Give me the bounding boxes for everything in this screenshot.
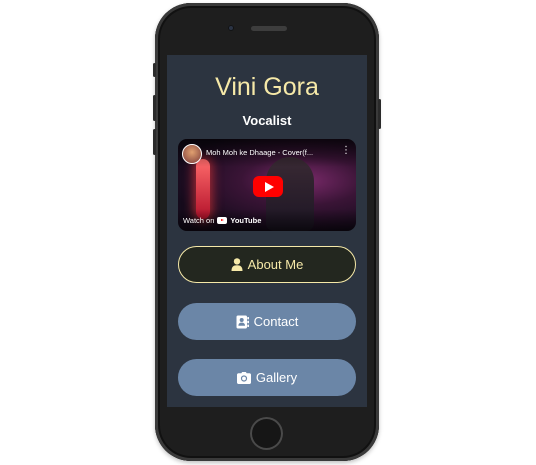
earpiece-speaker	[251, 26, 287, 31]
volume-up-button	[153, 95, 156, 121]
video-title[interactable]: Moh Moh ke Dhaage - Cover(f...	[206, 148, 313, 157]
gallery-label: Gallery	[255, 370, 298, 385]
user-icon	[231, 258, 243, 271]
camera-icon	[236, 371, 251, 384]
home-button	[250, 417, 283, 450]
volume-down-button	[153, 129, 156, 155]
front-camera	[228, 25, 234, 31]
profile-role: Vocalist	[242, 113, 292, 128]
about-me-button[interactable]: About Me	[178, 246, 356, 283]
youtube-embed[interactable]: Moh Moh ke Dhaage - Cover(f... ⋮ Watch o…	[178, 139, 356, 231]
contact-label: Contact	[253, 314, 299, 329]
more-vert-icon[interactable]: ⋮	[341, 146, 351, 156]
about-me-label: About Me	[247, 257, 304, 272]
power-button	[378, 99, 381, 129]
mute-switch	[153, 63, 156, 77]
profile-name: Vini Gora	[215, 73, 319, 101]
gallery-button[interactable]: Gallery	[178, 359, 356, 396]
contact-button[interactable]: Contact	[178, 303, 356, 340]
contact-card-icon	[236, 315, 249, 329]
watch-on-label: Watch on	[183, 216, 215, 225]
phone-screen: Vini Gora Vocalist Moh Moh ke Dhaage - C…	[167, 55, 367, 407]
watch-on-youtube-link[interactable]: Watch on YouTube	[183, 216, 261, 225]
youtube-logo-icon	[217, 217, 228, 224]
channel-avatar[interactable]	[182, 144, 202, 164]
youtube-wordmark: YouTube	[230, 216, 262, 225]
play-icon[interactable]	[253, 176, 283, 197]
